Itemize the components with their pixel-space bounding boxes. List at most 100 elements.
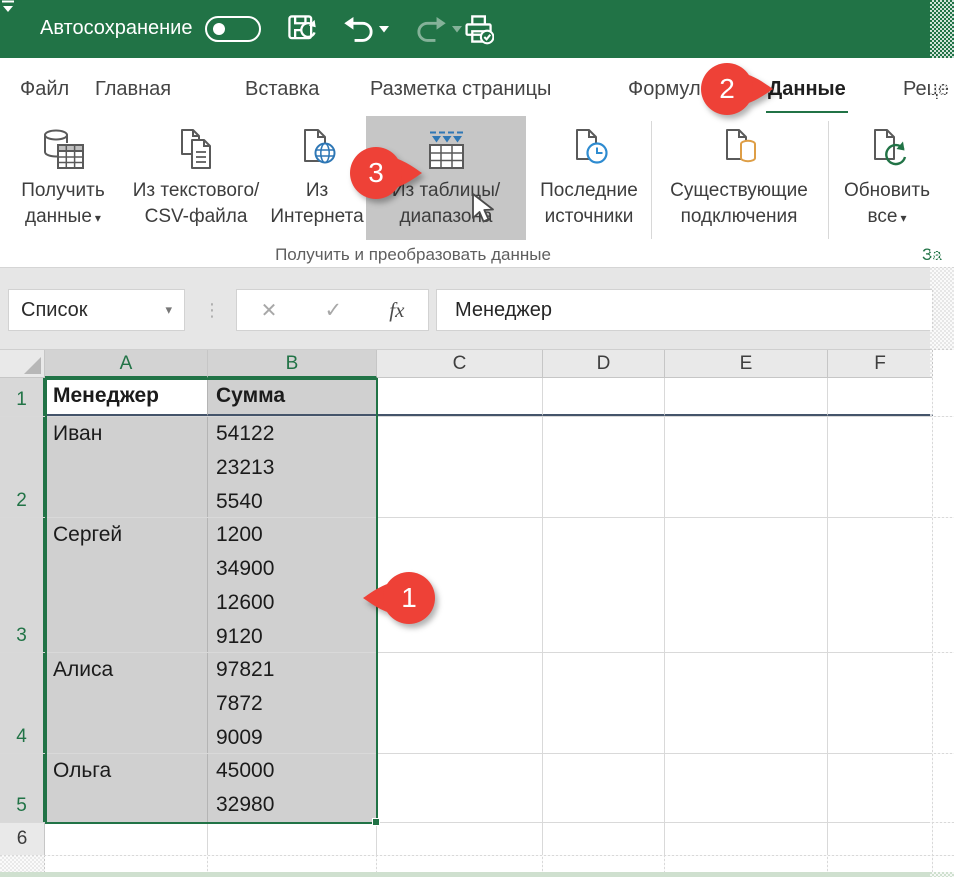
cell-f1[interactable]: [828, 378, 933, 416]
formula-buttons: ✕ ✓ fx: [236, 289, 429, 331]
name-box-value: Список: [21, 299, 88, 322]
cell-e5[interactable]: [665, 754, 828, 822]
cell-f4[interactable]: [828, 653, 933, 753]
cell-b3[interactable]: 1200 34900 12600 9120: [208, 518, 377, 652]
cell-c4[interactable]: [377, 653, 543, 753]
toggle-knob: [213, 23, 225, 35]
web-file-icon: [293, 116, 341, 174]
cell-f5[interactable]: [828, 754, 933, 822]
tab-file[interactable]: Файл: [20, 78, 69, 101]
cell-b2[interactable]: 54122 23213 5540: [208, 417, 377, 517]
cell-e4[interactable]: [665, 653, 828, 753]
cell-f7[interactable]: [828, 856, 933, 872]
select-all-triangle-icon: [24, 357, 41, 374]
cell-e1[interactable]: [665, 378, 828, 416]
ribbon: Получить данные▾ Из текстового/ CSV-файл…: [0, 113, 954, 268]
undo-dropdown-icon[interactable]: [379, 26, 389, 33]
callout-badge-3: 3: [348, 145, 424, 201]
tab-home[interactable]: Главная: [95, 78, 171, 101]
from-text-csv-button[interactable]: Из текстового/ CSV-файла: [125, 116, 267, 240]
tab-insert[interactable]: Вставка: [245, 78, 319, 101]
svg-text:3: 3: [368, 157, 384, 188]
column-header-c[interactable]: C: [377, 350, 543, 378]
tab-page-layout[interactable]: Разметка страницы: [370, 78, 551, 101]
cell-c1[interactable]: [377, 378, 543, 416]
cell-c2[interactable]: [377, 417, 543, 517]
column-header-a[interactable]: A: [45, 350, 208, 378]
dropdown-caret-icon: ▾: [95, 211, 101, 225]
enter-icon[interactable]: ✓: [325, 298, 343, 323]
column-header-e[interactable]: E: [665, 350, 828, 378]
cell-d5[interactable]: [543, 754, 665, 822]
cell-f2[interactable]: [828, 417, 933, 517]
row-header-7[interactable]: [0, 856, 45, 872]
cell-f3[interactable]: [828, 518, 933, 652]
cell-f6[interactable]: [828, 823, 933, 855]
cell-d4[interactable]: [543, 653, 665, 753]
recent-sources-icon: [565, 116, 613, 174]
cancel-icon[interactable]: ✕: [261, 298, 278, 323]
cell-a5[interactable]: Ольга: [45, 754, 208, 822]
tab-data[interactable]: Данные: [768, 78, 846, 101]
button-label: Обновить все▾: [844, 178, 930, 231]
insert-function-icon[interactable]: fx: [389, 298, 404, 323]
row-header-2[interactable]: 2: [0, 417, 45, 517]
cell-c6[interactable]: [377, 823, 543, 855]
customize-toolbar-icon[interactable]: [0, 0, 16, 14]
existing-connections-icon: [715, 116, 763, 174]
name-box-dropdown-icon[interactable]: ▾: [165, 302, 172, 318]
existing-connections-button[interactable]: Существующие подключения: [656, 116, 822, 240]
formula-input[interactable]: Менеджер: [436, 289, 933, 331]
row-header-4[interactable]: 4: [0, 653, 45, 753]
cell-b1[interactable]: Сумма: [208, 378, 377, 416]
cell-a1[interactable]: Менеджер: [45, 378, 208, 416]
cell-e2[interactable]: [665, 417, 828, 517]
cell-d6[interactable]: [543, 823, 665, 855]
save-icon[interactable]: [286, 13, 318, 45]
row-3: 3 Сергей 1200 34900 12600 9120: [0, 518, 954, 653]
autosave-toggle[interactable]: [205, 16, 261, 42]
svg-text:2: 2: [719, 73, 735, 104]
column-header-f[interactable]: F: [828, 350, 933, 378]
svg-text:1: 1: [401, 582, 417, 613]
name-box[interactable]: Список ▾: [8, 289, 185, 331]
cell-a6[interactable]: [45, 823, 208, 855]
cell-c7[interactable]: [377, 856, 543, 872]
tab-review[interactable]: Реце: [903, 78, 949, 101]
select-all-corner[interactable]: [0, 350, 45, 378]
get-data-button[interactable]: Получить данные▾: [6, 116, 120, 240]
divider-dots-icon: ⋮: [203, 289, 221, 331]
cell-d2[interactable]: [543, 417, 665, 517]
ribbon-tabs: Файл Главная Вставка Разметка страницы Ф…: [0, 58, 954, 113]
cell-a2[interactable]: Иван: [45, 417, 208, 517]
cell-a7[interactable]: [45, 856, 208, 872]
cell-b5[interactable]: 45000 32980: [208, 754, 377, 822]
undo-icon[interactable]: [342, 13, 374, 45]
redo-icon: [416, 13, 448, 45]
row-header-5[interactable]: 5: [0, 754, 45, 822]
row-header-3[interactable]: 3: [0, 518, 45, 652]
cell-b6[interactable]: [208, 823, 377, 855]
cell-e3[interactable]: [665, 518, 828, 652]
refresh-all-button[interactable]: Обновить все▾: [836, 116, 938, 240]
cell-b4[interactable]: 97821 7872 9009: [208, 653, 377, 753]
column-header-b[interactable]: B: [208, 350, 377, 378]
row-header-6[interactable]: 6: [0, 823, 45, 855]
print-preview-icon[interactable]: [462, 13, 494, 45]
column-headers: A B C D E F: [0, 350, 954, 378]
cell-a3[interactable]: Сергей: [45, 518, 208, 652]
button-label: Из текстового/ CSV-файла: [133, 178, 260, 230]
cell-d3[interactable]: [543, 518, 665, 652]
cell-b7[interactable]: [208, 856, 377, 872]
cell-a4[interactable]: Алиса: [45, 653, 208, 753]
ribbon-separator: [828, 121, 829, 239]
cell-d7[interactable]: [543, 856, 665, 872]
cell-e7[interactable]: [665, 856, 828, 872]
autosave-label: Автосохранение: [40, 17, 192, 40]
row-header-1[interactable]: 1: [0, 378, 45, 416]
recent-sources-button[interactable]: Последние источники: [530, 116, 648, 240]
cell-c5[interactable]: [377, 754, 543, 822]
cell-e6[interactable]: [665, 823, 828, 855]
cell-d1[interactable]: [543, 378, 665, 416]
column-header-d[interactable]: D: [543, 350, 665, 378]
